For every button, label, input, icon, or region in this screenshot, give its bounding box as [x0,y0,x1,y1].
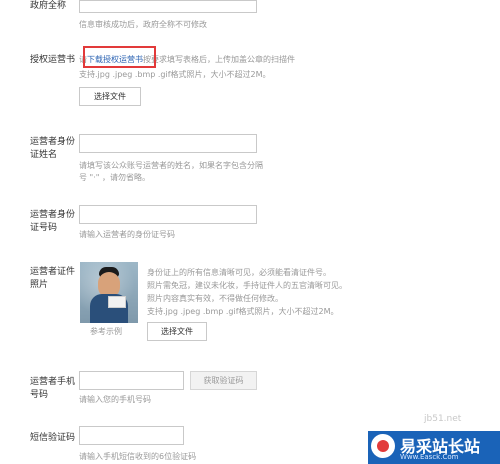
operator-photo-help-line3: 照片内容真实有效，不得做任何修改。 [147,294,283,303]
example-photo-caption: 参考示例 [90,327,122,336]
operator-id-label-line2: 证号码 [30,223,58,233]
operator-phone-input[interactable] [79,371,184,390]
authorization-letter-choose-file-button[interactable]: 选择文件 [79,87,141,106]
example-photo [80,262,138,323]
operator-photo-label-line1: 运营者证件 [30,267,76,277]
operator-id-help: 请输入运营者的身份证号码 [79,230,175,239]
operator-phone-label-line2: 号码 [30,390,49,400]
site-logo: 易采站长站 Www.Easck.Com [368,431,500,464]
operator-name-input[interactable] [79,134,257,153]
authorization-letter-format-help: 支持.jpg .jpeg .bmp .gif格式照片，大小不超过2M。 [79,70,271,79]
site-watermark: jb51.net [424,414,462,424]
authorization-help-suffix: 按要求填写表格后，上传加盖公章的扫描件 [143,55,295,64]
highlight-box [83,46,156,68]
gov-name-help: 信息审核成功后，政府全称不可修改 [79,20,207,29]
gov-name-input[interactable] [79,0,257,13]
operator-name-help-line1: 请填写该公众账号运营者的姓名，如果名字包含分隔 [79,161,263,170]
sms-code-label: 短信验证码 [30,433,76,443]
operator-phone-label-line1: 运营者手机 [30,377,76,387]
sms-code-input[interactable] [79,426,184,445]
sms-code-help: 请输入手机短信收到的6位验证码 [79,452,197,461]
gov-name-label: 政府全称 [30,1,67,11]
operator-id-label-line1: 运营者身份 [30,210,76,220]
operator-photo-label-line2: 照片 [30,280,49,290]
authorization-letter-label: 授权运营书 [30,55,76,65]
operator-photo-choose-file-button[interactable]: 选择文件 [147,322,207,341]
operator-name-label-line2: 证姓名 [30,150,58,160]
operator-id-input[interactable] [79,205,257,224]
operator-phone-help: 请输入您的手机号码 [79,395,151,404]
operator-photo-help-line2: 照片需免冠，建议未化妆，手持证件人的五官清晰可见。 [147,281,347,290]
operator-photo-help-line4: 支持.jpg .jpeg .bmp .gif格式照片，大小不超过2M。 [147,307,339,316]
get-verification-code-button[interactable]: 获取验证码 [190,371,257,390]
logo-emblem-icon [371,434,395,458]
operator-name-help-line2: 号 "·" ，请勿省略。 [79,173,150,182]
operator-name-label-line1: 运营者身份 [30,137,76,147]
logo-subtext: Www.Easck.Com [400,453,459,461]
operator-photo-help-line1: 身份证上的所有信息清晰可见，必须能看清证件号。 [147,268,331,277]
